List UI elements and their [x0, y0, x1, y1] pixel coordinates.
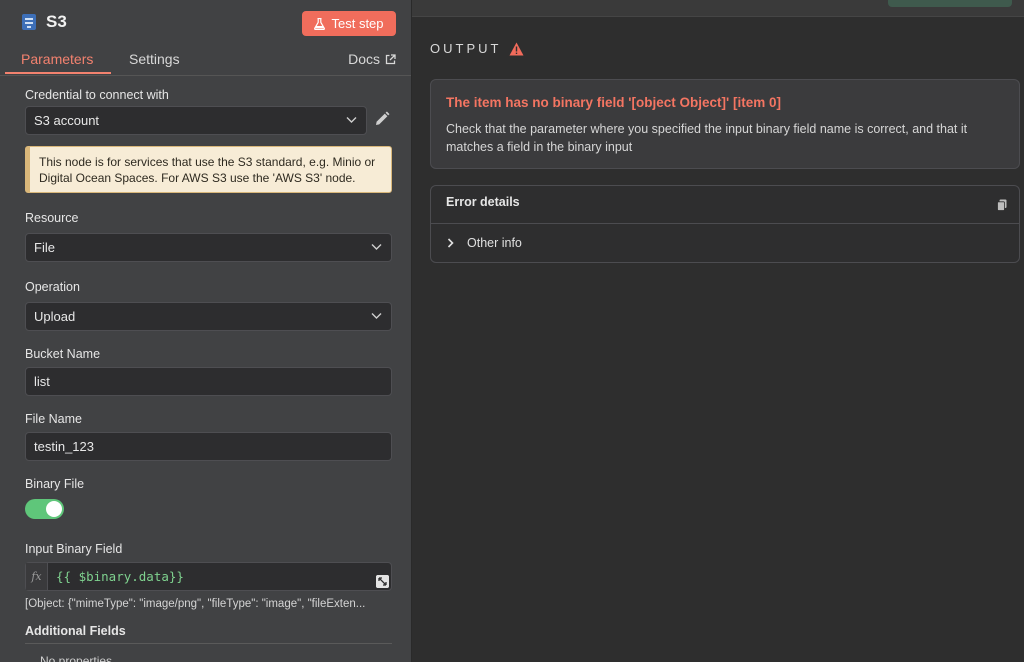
error-card: The item has no binary field '[object Ob…	[430, 79, 1020, 169]
external-link-icon	[385, 53, 396, 64]
input-binary-field-label: Input Binary Field	[25, 542, 123, 556]
expand-icon[interactable]	[376, 575, 389, 588]
fx-icon: fx	[26, 563, 48, 590]
test-step-label: Test step	[331, 16, 384, 31]
active-tab-indicator	[5, 72, 111, 74]
tab-parameters[interactable]: Parameters	[21, 51, 93, 67]
copy-icon[interactable]	[997, 199, 1007, 211]
resource-label: Resource	[25, 211, 79, 225]
s3-node-icon	[22, 14, 36, 30]
expression-result-hint: [Object: {"mimeType": "image/png", "file…	[25, 598, 366, 610]
panel-tabs: Parameters Settings Docs	[0, 48, 411, 76]
docs-link[interactable]: Docs	[348, 51, 396, 67]
expression-code: {{ $binary.data}}	[56, 569, 184, 584]
pencil-icon[interactable]	[374, 111, 390, 127]
flask-icon	[314, 17, 326, 30]
credential-select[interactable]: S3 account	[25, 106, 367, 135]
resource-select[interactable]: File	[25, 233, 392, 262]
operation-select[interactable]: Upload	[25, 302, 392, 331]
binary-file-label: Binary File	[25, 477, 85, 491]
node-parameters-panel: S3 Test step Parameters Settings Docs Cr…	[0, 0, 412, 662]
resource-value: File	[34, 240, 55, 255]
tab-settings[interactable]: Settings	[129, 51, 180, 67]
s3-standard-notice: This node is for services that use the S…	[25, 146, 392, 193]
bucket-name-value: list	[34, 374, 50, 389]
error-details-card: Error details Other info	[430, 185, 1020, 263]
other-info-label: Other info	[467, 236, 522, 250]
error-title: The item has no binary field '[object Ob…	[446, 95, 781, 110]
operation-label: Operation	[25, 280, 80, 294]
error-details-header: Error details	[431, 186, 1019, 224]
top-action-button[interactable]	[888, 0, 1012, 7]
toggle-knob	[46, 501, 62, 517]
node-title: S3	[46, 12, 67, 31]
output-header: OUTPUT	[430, 41, 524, 56]
top-strip	[412, 0, 1024, 17]
input-binary-field-expression[interactable]: fx {{ $binary.data}}	[25, 562, 392, 591]
additional-fields-header: Additional Fields	[25, 624, 392, 644]
chevron-down-icon	[371, 244, 382, 250]
test-step-button[interactable]: Test step	[302, 11, 396, 36]
error-message: Check that the parameter where you speci…	[446, 122, 968, 154]
file-name-value: testin_123	[34, 439, 94, 454]
binary-file-toggle[interactable]	[25, 499, 64, 519]
warning-icon	[509, 42, 524, 55]
credential-value: S3 account	[34, 113, 100, 128]
panel-header: S3 Test step	[0, 0, 411, 46]
bucket-name-label: Bucket Name	[25, 347, 101, 361]
docs-label: Docs	[348, 51, 380, 67]
no-properties-text: No properties	[40, 654, 113, 662]
other-info-row[interactable]: Other info	[431, 225, 1019, 263]
credential-label: Credential to connect with	[25, 88, 169, 102]
chevron-down-icon	[346, 117, 357, 123]
error-details-title: Error details	[446, 195, 520, 209]
file-name-input[interactable]: testin_123	[25, 432, 392, 461]
bucket-name-input[interactable]: list	[25, 367, 392, 396]
operation-value: Upload	[34, 309, 76, 324]
output-title: OUTPUT	[430, 41, 502, 56]
chevron-down-icon	[371, 313, 382, 319]
file-name-label: File Name	[25, 412, 82, 426]
chevron-right-icon	[447, 238, 454, 248]
